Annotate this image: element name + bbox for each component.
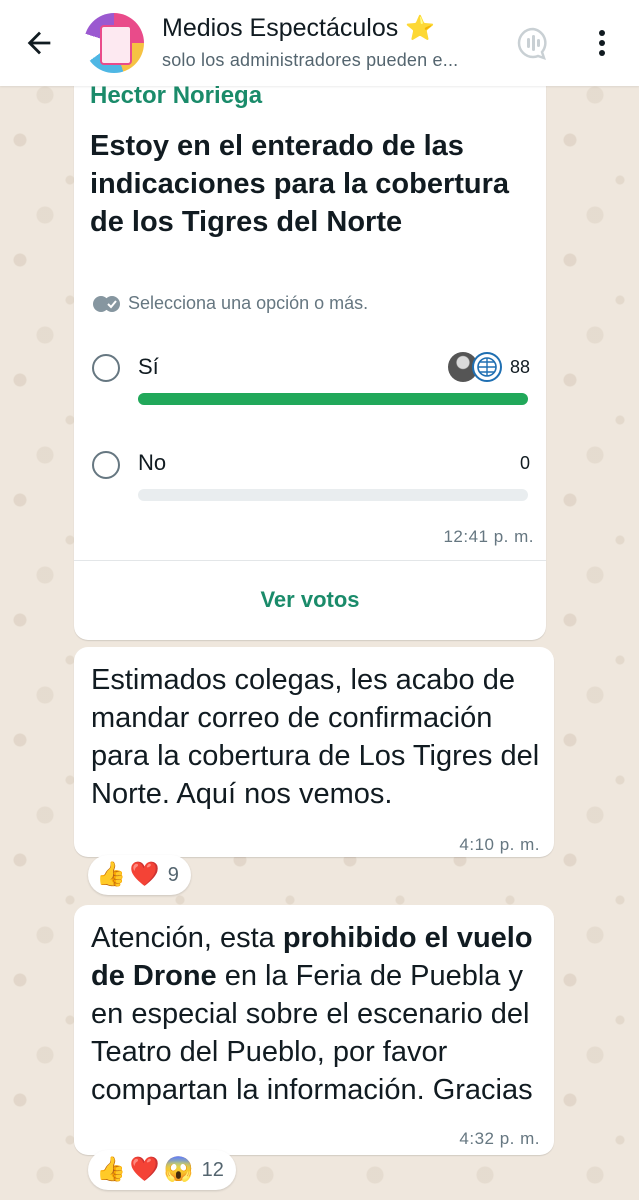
poll-option-radio-si[interactable] [92, 354, 120, 382]
heart-icon: ❤️ [129, 861, 160, 888]
poll-option-count-si: 88 [509, 357, 530, 377]
more-vertical-icon[interactable] [590, 24, 614, 62]
message-bubble[interactable]: Estimados colegas, les acabo de mandar c… [74, 647, 554, 857]
arrow-left-icon[interactable] [22, 26, 56, 60]
chat-header: Medios Espectáculos ⭐ solo los administr… [0, 0, 639, 86]
message-text: Atención, esta prohibido el vuelo de Dro… [91, 922, 533, 1106]
view-votes-button[interactable]: Ver votos [74, 560, 546, 640]
voice-chat-icon[interactable] [514, 24, 552, 62]
poll-question: Estoy en el enterado de las indicaciones… [90, 130, 510, 238]
thumbs-up-icon: 👍 [96, 1156, 126, 1183]
poll-option-radio-no[interactable] [92, 451, 120, 479]
reaction-count: 9 [167, 863, 179, 886]
group-subtitle: solo los administradores pueden e... [162, 50, 459, 70]
message-timestamp: 4:32 p. m. [459, 1129, 540, 1148]
sender-name[interactable]: Hector Noriega [90, 82, 262, 110]
poll-option-label-no[interactable]: No [138, 450, 166, 476]
reaction-count: 12 [201, 1158, 224, 1181]
message-bubble[interactable]: Atención, esta prohibido el vuelo de Dro… [74, 905, 554, 1155]
poll-timestamp: 12:41 p. m. [443, 527, 534, 546]
message-reactions[interactable]: 👍 ❤️ 9 [88, 855, 191, 895]
message-timestamp: 4:10 p. m. [459, 835, 540, 854]
globe-icon [477, 357, 497, 377]
voter-avatar [472, 352, 502, 382]
star-icon: ⭐ [405, 15, 436, 42]
message-reactions[interactable]: 👍 ❤️ 😱 12 [88, 1150, 236, 1190]
group-avatar[interactable] [84, 13, 144, 73]
poll-option-label-si[interactable]: Sí [138, 354, 159, 380]
poll-option-bar-fill-si [138, 393, 528, 405]
thumbs-up-icon: 👍 [96, 861, 126, 888]
message-text: Estimados colegas, les acabo de mandar c… [91, 664, 540, 810]
heart-icon: ❤️ [129, 1156, 160, 1183]
group-title[interactable]: Medios Espectáculos ⭐ [162, 14, 435, 43]
poll-option-count-no: 0 [519, 453, 530, 473]
screaming-face-icon: 😱 [163, 1156, 194, 1183]
poll-option-bar-si [138, 393, 528, 405]
poll-message: Hector Noriega Estoy en el enterado de l… [74, 60, 546, 640]
double-check-icon [93, 295, 120, 312]
poll-hint: Selecciona una opción o más. [92, 293, 368, 314]
poll-option-bar-no [138, 489, 528, 501]
